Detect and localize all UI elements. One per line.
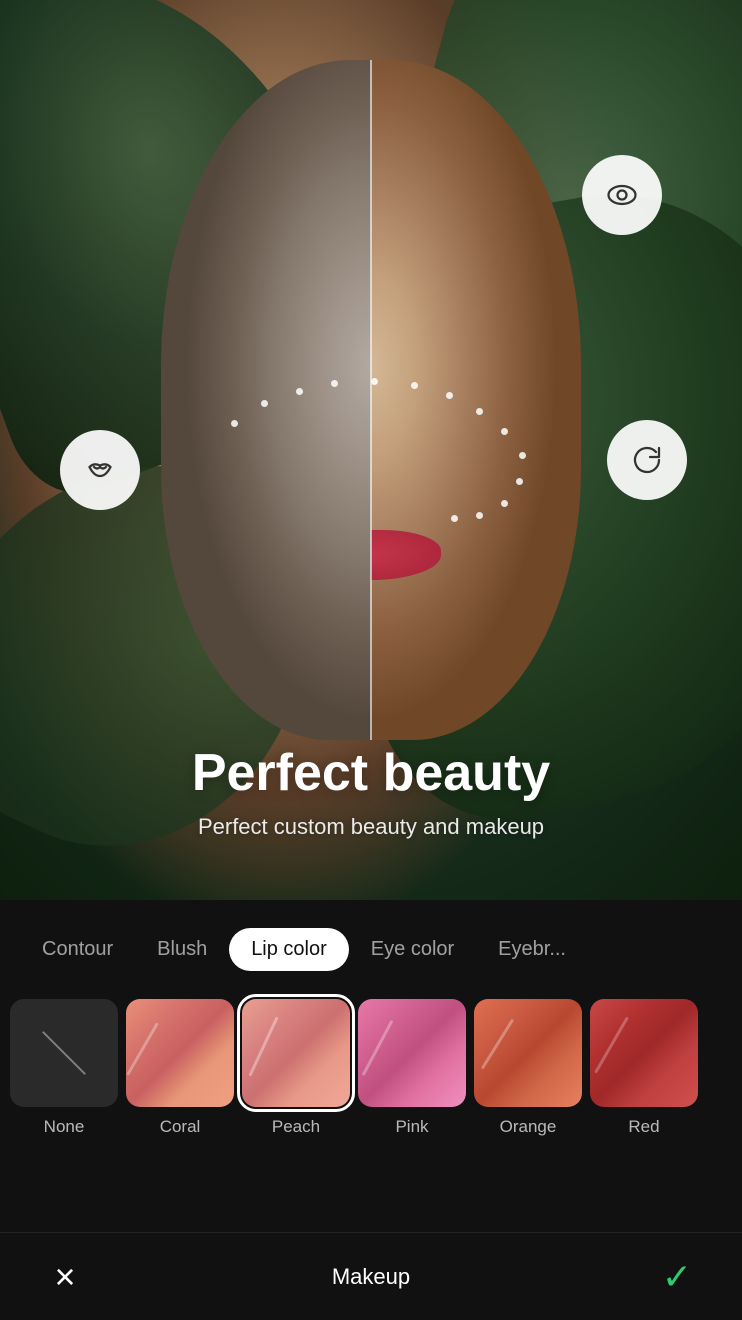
swatch-box-coral bbox=[126, 999, 234, 1107]
refresh-icon bbox=[629, 442, 665, 478]
none-icon bbox=[42, 1031, 86, 1075]
selection-dot bbox=[411, 382, 418, 389]
swatch-label-peach: Peach bbox=[272, 1117, 320, 1137]
tab-eyebrow[interactable]: Eyebr... bbox=[476, 928, 588, 971]
selection-dot bbox=[231, 420, 238, 427]
eye-feature-circle[interactable] bbox=[582, 155, 662, 235]
eye-icon bbox=[604, 177, 640, 213]
selection-dot bbox=[476, 512, 483, 519]
swatch-orange[interactable]: Orange bbox=[474, 999, 582, 1137]
lips-feature-circle[interactable] bbox=[60, 430, 140, 510]
selection-dot bbox=[446, 392, 453, 399]
swatch-box-none bbox=[10, 999, 118, 1107]
close-icon: × bbox=[54, 1256, 75, 1298]
selection-dot bbox=[501, 428, 508, 435]
bottom-toolbar: × Makeup ✓ bbox=[0, 1232, 742, 1320]
swatch-red[interactable]: Red bbox=[590, 999, 698, 1137]
swatch-pink[interactable]: Pink bbox=[358, 999, 466, 1137]
selection-dot bbox=[451, 515, 458, 522]
selection-dots bbox=[211, 360, 531, 520]
swatch-none[interactable]: None bbox=[10, 999, 118, 1137]
swatch-coral[interactable]: Coral bbox=[126, 999, 234, 1137]
toolbar-title: Makeup bbox=[332, 1264, 410, 1290]
tabs-row: ContourBlushLip colorEye colorEyebr... bbox=[0, 900, 742, 989]
selection-dot bbox=[501, 500, 508, 507]
selection-dot bbox=[476, 408, 483, 415]
bottom-panel: ContourBlushLip colorEye colorEyebr... N… bbox=[0, 900, 742, 1320]
tab-lip-color[interactable]: Lip color bbox=[229, 928, 349, 971]
swatch-box-red bbox=[590, 999, 698, 1107]
swatch-label-pink: Pink bbox=[395, 1117, 428, 1137]
selection-dot bbox=[371, 378, 378, 385]
text-overlay: Perfect beauty Perfect custom beauty and… bbox=[0, 745, 742, 840]
swatch-box-peach bbox=[242, 999, 350, 1107]
swatch-label-none: None bbox=[44, 1117, 85, 1137]
lips-icon bbox=[82, 452, 118, 488]
selection-dot bbox=[519, 452, 526, 459]
swatch-label-coral: Coral bbox=[160, 1117, 201, 1137]
swatches-row: None Coral Peach Pink Orange Red bbox=[0, 989, 742, 1157]
selection-dot bbox=[331, 380, 338, 387]
sub-title: Perfect custom beauty and makeup bbox=[40, 814, 702, 840]
confirm-button[interactable]: ✓ bbox=[652, 1252, 702, 1302]
selection-dot bbox=[516, 478, 523, 485]
tab-blush[interactable]: Blush bbox=[135, 928, 229, 971]
selection-dot bbox=[261, 400, 268, 407]
close-button[interactable]: × bbox=[40, 1252, 90, 1302]
photo-area: Perfect beauty Perfect custom beauty and… bbox=[0, 0, 742, 900]
selection-dot bbox=[296, 388, 303, 395]
swatch-peach[interactable]: Peach bbox=[242, 999, 350, 1137]
checkmark-icon: ✓ bbox=[662, 1256, 692, 1298]
tab-contour[interactable]: Contour bbox=[20, 928, 135, 971]
swatch-box-pink bbox=[358, 999, 466, 1107]
lip-color-overlay bbox=[371, 530, 441, 580]
swatch-label-orange: Orange bbox=[500, 1117, 557, 1137]
main-title: Perfect beauty bbox=[40, 745, 702, 802]
swatch-label-red: Red bbox=[628, 1117, 659, 1137]
tab-eye-color[interactable]: Eye color bbox=[349, 928, 476, 971]
refresh-feature-circle[interactable] bbox=[607, 420, 687, 500]
swatch-box-orange bbox=[474, 999, 582, 1107]
